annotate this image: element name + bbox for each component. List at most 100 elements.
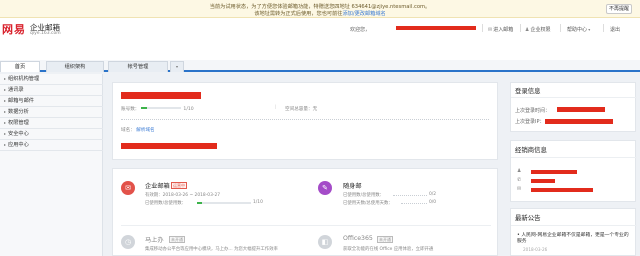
mail-usage-value: 1/10 (253, 200, 263, 205)
chevron-down-icon: ▾ (175, 64, 178, 69)
company-overview-card: 账号数： 1/10 | 空间总容量：无 域名： 解析域名 (112, 82, 498, 160)
sidebar-item-contacts[interactable]: ▸ 通讯录 (0, 85, 103, 96)
overview-divider: | (275, 105, 277, 110)
header-divider (560, 24, 561, 32)
tab-account-management[interactable]: 帐号管理 (108, 61, 168, 72)
trial-notice-bar: 当前为试用状态，为了方便您体验邮箱功能，特赠送您四地址 634641@zjiye… (0, 0, 640, 18)
services-divider (121, 225, 491, 226)
clock-icon: ◷ (121, 235, 135, 249)
user-icon: ♟ (525, 27, 530, 33)
redacted-username (396, 26, 476, 30)
product-domain: qiye.163.com (30, 31, 61, 36)
office365-desc: 获取全功能的在线 Office 应用体验，立即开通 (343, 247, 434, 252)
email-icon: ✉ (517, 186, 522, 192)
announcement-date: 2018-03-26 (523, 247, 548, 252)
service-mashangban-title[interactable]: 马上办 (145, 235, 164, 244)
tab-org-structure[interactable]: 组织架构 (46, 61, 104, 72)
redacted-dealer-name (531, 170, 577, 174)
exit-link[interactable]: 退出 (610, 26, 620, 33)
caret-right-icon: ▸ (4, 142, 7, 147)
sidebar-item-analytics[interactable]: ▸ 数据分析 (0, 107, 103, 118)
services-card: ✉ 企业邮箱 运营中 有效期：2018-03-26 ~ 2018-03-27 已… (112, 168, 498, 256)
panel-divider (511, 225, 637, 226)
caret-right-icon: ▸ (4, 131, 7, 136)
redacted-domain (121, 143, 217, 149)
login-info-panel: 登录信息 上次登录时间： 上次登录IP： (510, 82, 637, 132)
sidebar-item-permissions[interactable]: ▸ 权限管理 (0, 118, 103, 129)
dotted-divider (401, 203, 427, 204)
dealer-info-panel: 经销商信息 ♟ ✆ ✉ (510, 140, 637, 202)
dotted-divider (393, 195, 427, 196)
main-tab-bar: 首页 组织架构 帐号管理 ▾ (0, 60, 640, 72)
service-suishou-title[interactable]: 随身邮 (343, 181, 362, 190)
space-capacity: 空间总容量：无 (285, 107, 318, 112)
sidebar-item-mail[interactable]: ▸ 邮箱与邮件 (0, 96, 103, 107)
redacted-company-name (121, 92, 201, 99)
account-count: 账号数： 1/10 (121, 107, 194, 112)
header-divider (520, 24, 521, 32)
office-icon: ◧ (318, 235, 332, 249)
last-login-time-label: 上次登录时间： (515, 108, 551, 114)
mail-icon: ✉ (121, 181, 135, 195)
dismiss-notice-button[interactable]: 不再提醒 (606, 4, 632, 14)
status-badge: 运营中 (171, 182, 187, 189)
account-progress-fill (141, 107, 148, 109)
enter-mailbox-link[interactable]: ✉进入邮箱 (488, 26, 513, 33)
announcements-panel: 最新公告 • 人民网-网易企业邮箱不仅是邮箱，更是一个专业的服务 2018-03… (510, 208, 637, 256)
help-center-link[interactable]: 帮助中心 ▾ (567, 26, 590, 33)
domain-row: 域名： 解析域名 (121, 128, 155, 133)
phone-icon: ✆ (517, 177, 522, 183)
chevron-down-icon: ▾ (587, 27, 591, 32)
mobile-mail-icon: ✎ (318, 181, 332, 195)
resolve-domain-link[interactable]: 解析域名 (136, 128, 154, 133)
announcement-item[interactable]: • 人民网-网易企业邮箱不仅是邮箱，更是一个专业的服务 (517, 233, 633, 245)
header-divider (603, 24, 604, 32)
sidebar-item-apps[interactable]: ▸ 应用中心 (0, 140, 103, 151)
mail-usage-progress (197, 202, 251, 204)
caret-right-icon: ▸ (4, 87, 7, 92)
netease-logo[interactable]: 网易 (2, 21, 26, 37)
add-domain-link[interactable]: 添加/更改邮箱域名 (342, 11, 385, 17)
panel-divider (511, 157, 637, 158)
caret-right-icon: ▸ (4, 109, 7, 114)
status-badge: 未开通 (377, 236, 393, 243)
redacted-dealer-phone (531, 179, 555, 183)
notice-line-2: 该地址需转为正式后使用，您也可前往添加/更改邮箱域名 (254, 11, 386, 17)
panel-divider (511, 97, 637, 98)
suishou-usage-label: 已使用数/总使用数： (343, 193, 384, 198)
caret-right-icon: ▸ (4, 120, 7, 125)
tab-home[interactable]: 首页 (0, 61, 40, 72)
notice-line-1: 当前为试用状态，为了方便您体验邮箱功能，特赠送您四地址 634641@zjiye… (209, 4, 431, 10)
login-info-title: 登录信息 (515, 87, 541, 95)
service-office365-title[interactable]: Office365 (343, 235, 373, 242)
person-icon: ♟ (517, 168, 522, 174)
header-divider (482, 24, 483, 32)
mail-validity: 有效期：2018-03-26 ~ 2018-03-27 (145, 193, 221, 198)
dealer-info-title: 经销商信息 (515, 146, 547, 154)
welcome-text: 欢迎您， (350, 27, 371, 33)
caret-right-icon: ▸ (4, 98, 7, 103)
suishou-period-label: 已使用天数/总使用天数： (343, 201, 393, 206)
announcements-title: 最新公告 (515, 214, 541, 222)
mail-usage-progress-fill (197, 202, 203, 204)
mashangban-desc: 集成移动办公平台等应用中心模块，马上办... 为您大幅提升工作效率 (145, 247, 278, 252)
redacted-login-ip (545, 119, 613, 124)
last-login-ip-label: 上次登录IP： (515, 119, 545, 125)
status-badge: 未开通 (169, 236, 185, 243)
suishou-period-value: 0/0 (429, 200, 437, 205)
mail-usage-label: 已使用数/总使用数： (145, 201, 186, 206)
account-progress (141, 107, 182, 109)
redacted-dealer-email (531, 188, 593, 192)
redacted-login-time (557, 107, 605, 112)
suishou-usage-value: 0/2 (429, 192, 437, 197)
caret-right-icon: ▸ (4, 76, 7, 81)
left-sidebar: ▸ 组织机构管理 ▸ 通讯录 ▸ 邮箱与邮件 ▸ 数据分析 ▸ 权限管理 ▸ 安全中心 ▸ 应… (0, 74, 103, 256)
sidebar-item-org[interactable]: ▸ 组织机构管理 (0, 74, 103, 85)
tab-more[interactable]: ▾ (170, 61, 184, 72)
service-mail-title[interactable]: 企业邮箱 (145, 181, 170, 190)
enterprise-rights-link[interactable]: ♟企业权限 (525, 26, 551, 33)
dotted-divider (121, 119, 489, 120)
mail-icon: ✉ (488, 27, 493, 33)
sidebar-item-security[interactable]: ▸ 安全中心 (0, 129, 103, 140)
top-header: 网易 企业邮箱 qiye.163.com 欢迎您， ✉进入邮箱 ♟企业权限 帮助… (0, 18, 640, 60)
